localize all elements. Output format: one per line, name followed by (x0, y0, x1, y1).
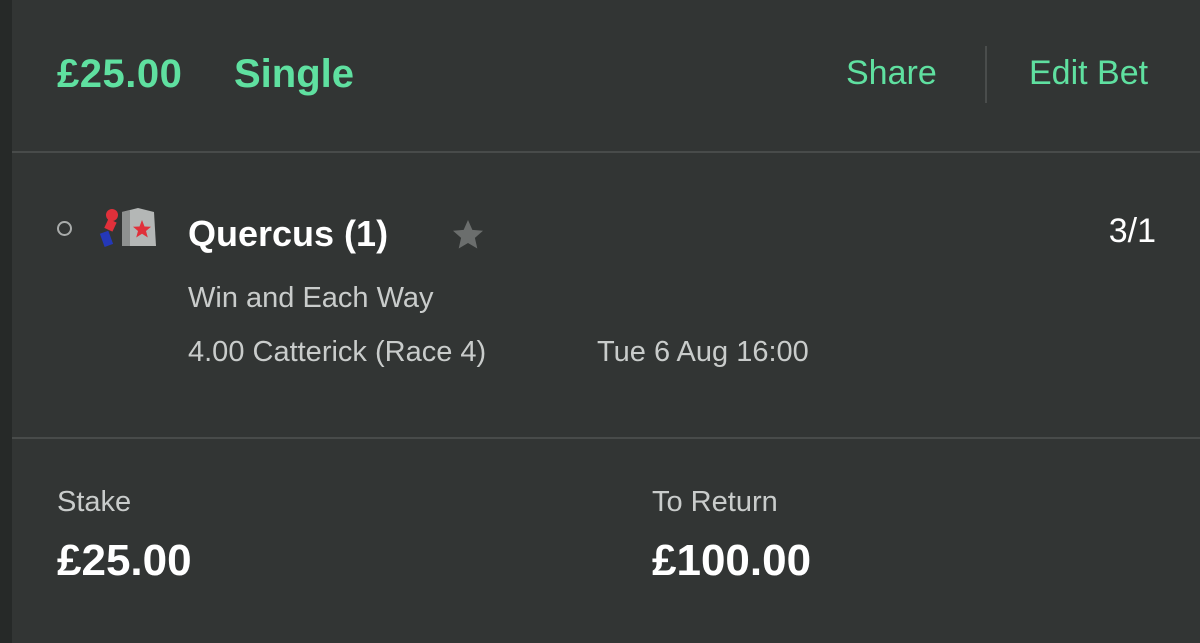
selection-name: Quercus (1) (188, 213, 389, 254)
radio-circle-icon (57, 221, 72, 236)
event-name: 4.00 Catterick (Race 4) (188, 336, 487, 368)
stake-value: £25.00 (57, 536, 192, 585)
section-divider (12, 151, 1200, 153)
panel-edge (0, 0, 12, 643)
return-label: To Return (652, 486, 778, 518)
odds: 3/1 (1108, 212, 1156, 250)
star-icon[interactable] (450, 217, 486, 253)
bet-amount: £25.00 (57, 52, 183, 96)
bet-receipt-card: £25.00 Single Share Edit Bet Quercus (1)… (12, 0, 1200, 643)
bet-type: Single (234, 52, 355, 96)
header-divider (985, 46, 987, 103)
event-time: Tue 6 Aug 16:00 (597, 336, 809, 368)
edit-bet-button[interactable]: Edit Bet (1029, 54, 1148, 93)
share-button[interactable]: Share (846, 54, 937, 93)
return-value: £100.00 (652, 536, 812, 585)
jockey-silks-icon (99, 208, 156, 247)
market-name: Win and Each Way (188, 282, 434, 314)
stake-label: Stake (57, 486, 132, 518)
bet-header: £25.00 Single Share Edit Bet (12, 0, 1200, 152)
section-divider (12, 437, 1200, 439)
